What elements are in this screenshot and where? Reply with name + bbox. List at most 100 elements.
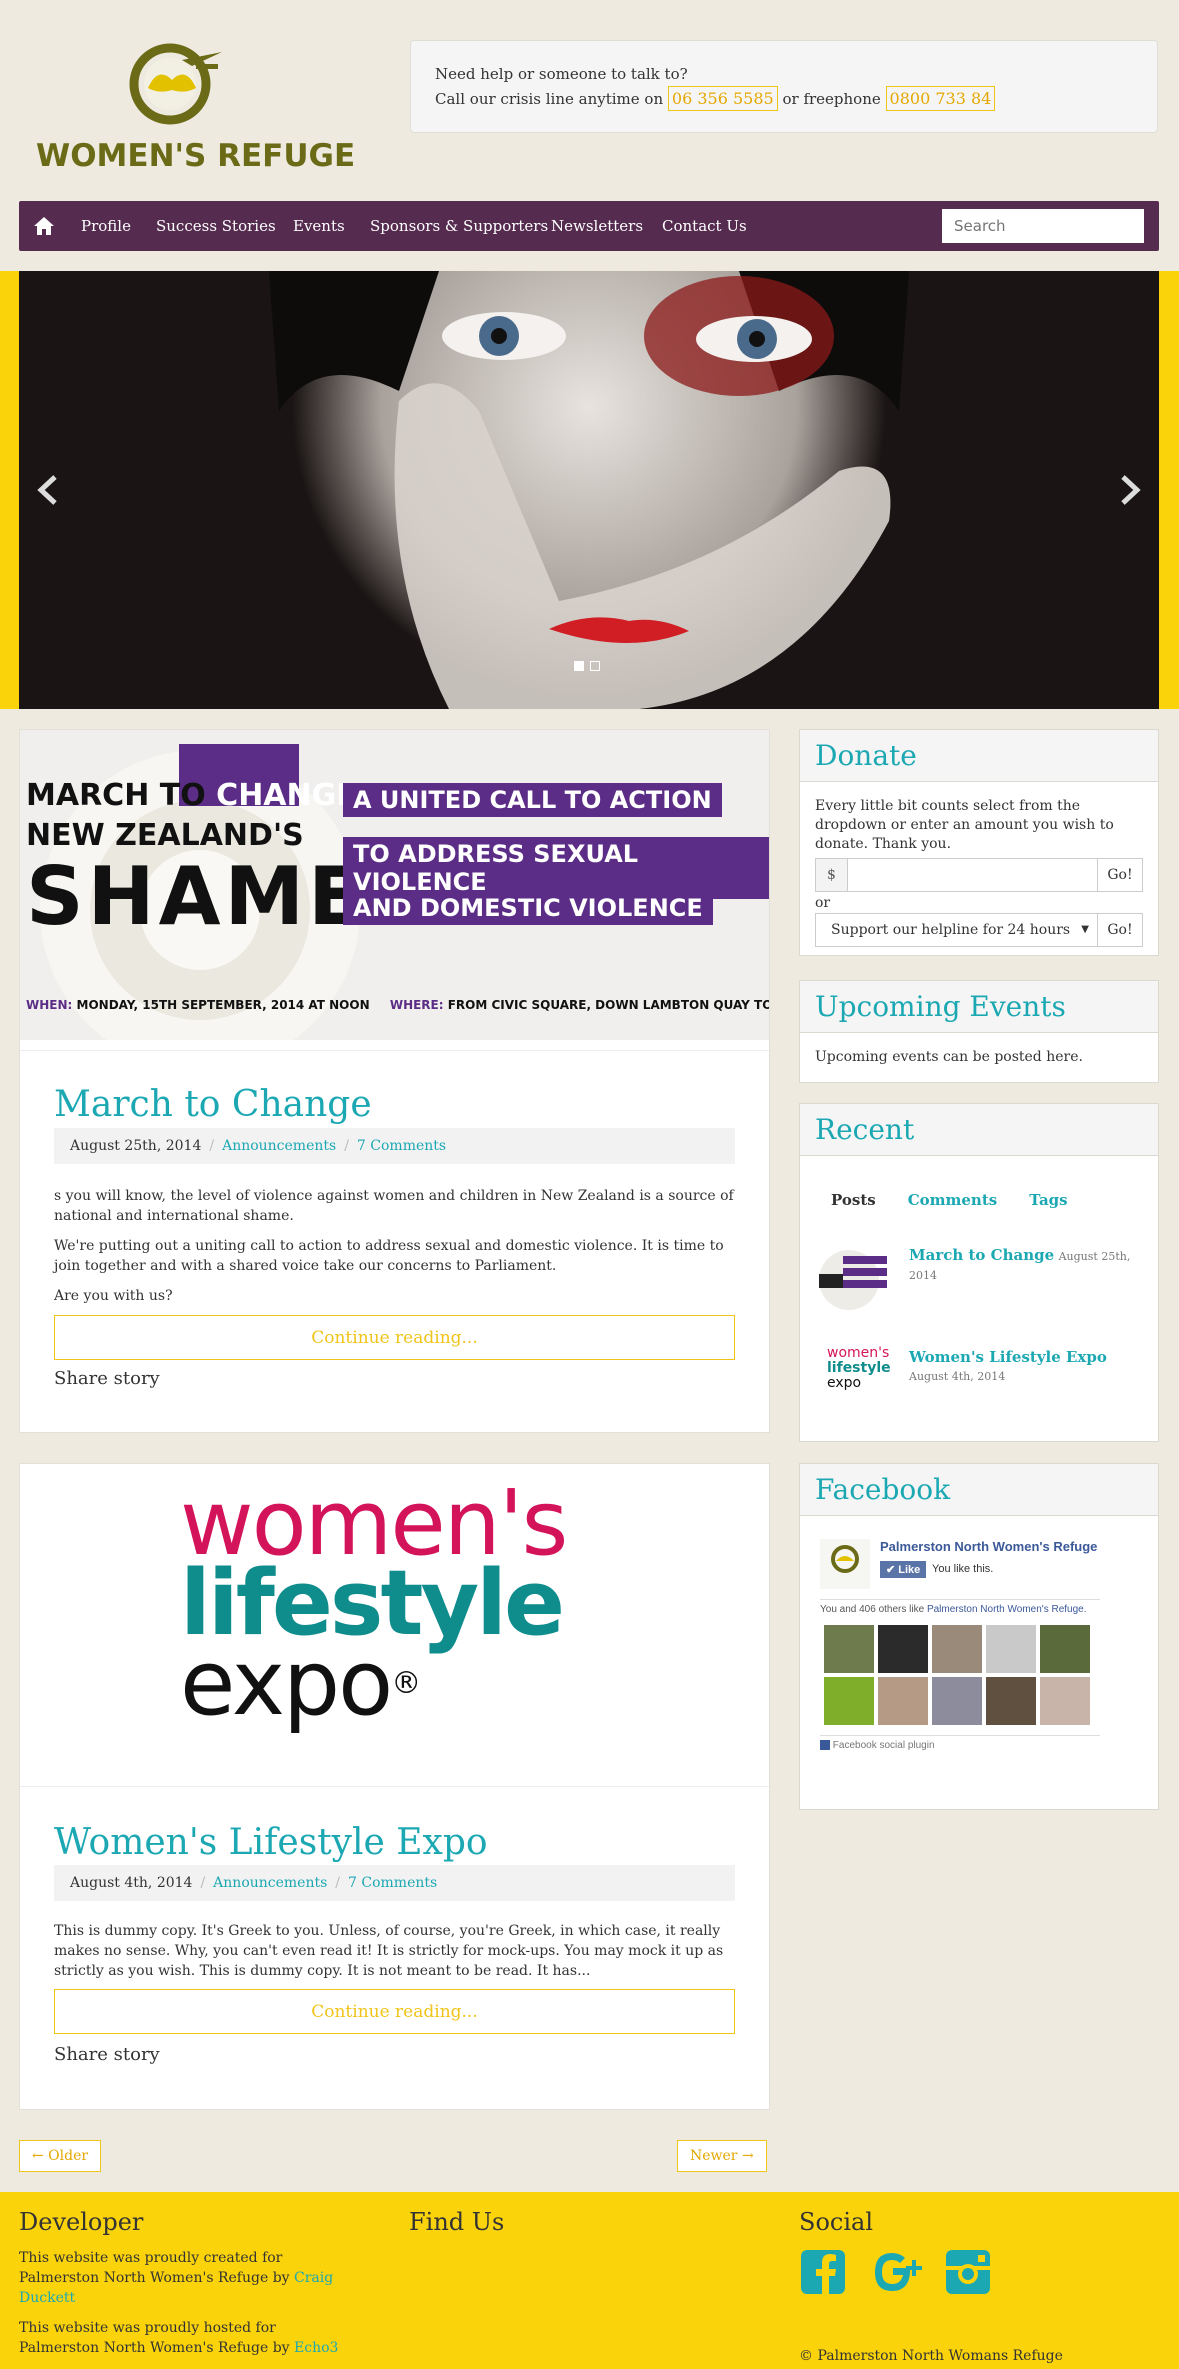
nav-success-stories[interactable]: Success Stories bbox=[156, 201, 276, 251]
facebook-icon[interactable] bbox=[799, 2248, 847, 2296]
donate-or: or bbox=[815, 895, 831, 911]
carousel-indicator-active[interactable] bbox=[574, 661, 584, 671]
carousel-prev-icon[interactable] bbox=[37, 475, 59, 505]
continue-reading-button[interactable]: Continue reading... bbox=[54, 1315, 735, 1360]
recent-item[interactable]: women's lifestyle expo Women's Lifestyle E… bbox=[815, 1336, 1143, 1416]
fb-face-avatar[interactable] bbox=[986, 1625, 1036, 1673]
post-paragraph: We're putting out a uniting call to acti… bbox=[54, 1238, 724, 1274]
google-plus-icon[interactable] bbox=[871, 2248, 923, 2296]
tab-comments[interactable]: Comments bbox=[892, 1181, 1014, 1220]
crisis-phone-link[interactable]: 06 356 5585 bbox=[667, 86, 778, 111]
recent-tabs: Posts Comments Tags bbox=[815, 1181, 1143, 1220]
fb-others-like: You and 406 others like Palmerston North… bbox=[820, 1599, 1100, 1615]
post-excerpt-march: s you will know, the level of violence a… bbox=[54, 1186, 735, 1306]
banner-line1: MARCH TO CHANGE bbox=[26, 778, 357, 813]
older-button[interactable]: ← Older bbox=[19, 2140, 102, 2172]
footer-developer-text: This website was proudly created for Pal… bbox=[19, 2250, 339, 2356]
recent-text: Women's Lifestyle Expo August 4th, 2014 bbox=[909, 1348, 1139, 1386]
post-banner-march[interactable]: MARCH TO CHANGE NEW ZEALAND'S SHAME A UN… bbox=[20, 730, 769, 1040]
events-title: Upcoming Events bbox=[800, 981, 1158, 1033]
home-icon[interactable] bbox=[33, 215, 55, 237]
post-title-march[interactable]: March to Change bbox=[54, 1084, 372, 1125]
fb-page-name[interactable]: Palmerston North Women's Refuge bbox=[880, 1539, 1097, 1554]
copyright: © Palmerston North Womans Refuge bbox=[799, 2348, 1063, 2364]
help-line-2: Call our crisis line anytime on 06 356 5… bbox=[435, 86, 1133, 111]
footer: Developer This website was proudly creat… bbox=[0, 2192, 1179, 2369]
category-link[interactable]: Announcements bbox=[222, 1138, 336, 1154]
fb-face-avatar[interactable] bbox=[1040, 1625, 1090, 1673]
comments-link[interactable]: 7 Comments bbox=[348, 1875, 437, 1891]
post-date: August 4th, 2014 bbox=[70, 1875, 193, 1891]
share-story[interactable]: Share story bbox=[54, 2044, 160, 2065]
fb-face-avatar[interactable] bbox=[932, 1677, 982, 1725]
category-link[interactable]: Announcements bbox=[213, 1875, 327, 1891]
carousel-slide bbox=[19, 271, 1159, 709]
recent-title: Recent bbox=[800, 1104, 1158, 1156]
donate-select-go-button[interactable]: Go! bbox=[1097, 914, 1142, 946]
crisis-help-box: Need help or someone to talk to? Call ou… bbox=[410, 40, 1158, 133]
recent-link[interactable]: Women's Lifestyle Expo bbox=[909, 1348, 1139, 1367]
help-line-1: Need help or someone to talk to? bbox=[435, 65, 688, 83]
search-input[interactable] bbox=[942, 209, 1144, 243]
post-card-march: MARCH TO CHANGE NEW ZEALAND'S SHAME A UN… bbox=[19, 729, 770, 1433]
tab-posts[interactable]: Posts bbox=[815, 1181, 892, 1220]
nav-events[interactable]: Events bbox=[293, 201, 345, 251]
events-widget: Upcoming Events Upcoming events can be p… bbox=[799, 980, 1159, 1083]
post-banner-expo[interactable]: women's lifestyle expo® bbox=[20, 1464, 769, 1786]
amount-input[interactable] bbox=[848, 859, 1097, 891]
post-meta-march: August 25th, 2014/Announcements/7 Commen… bbox=[54, 1128, 735, 1164]
currency-addon: $ bbox=[816, 859, 848, 891]
banner-call3: AND DOMESTIC VIOLENCE bbox=[343, 891, 713, 925]
hero-image-face bbox=[19, 271, 1159, 709]
fb-plugin-label: Facebook social plugin bbox=[820, 1735, 1100, 1751]
recent-item[interactable]: March to Change August 25th, 2014 bbox=[815, 1238, 1143, 1318]
facebook-small-icon bbox=[820, 1740, 830, 1751]
recent-body: Posts Comments Tags March to Change Augu… bbox=[800, 1156, 1158, 1431]
recent-thumb-expo: women's lifestyle expo bbox=[827, 1345, 891, 1391]
host-link[interactable]: Echo3 bbox=[294, 2340, 338, 2356]
expo-logo-line3: expo® bbox=[180, 1631, 421, 1736]
fb-face-avatar[interactable] bbox=[824, 1625, 874, 1673]
fb-face-avatar[interactable] bbox=[824, 1677, 874, 1725]
nav-sponsors[interactable]: Sponsors & Supporters bbox=[370, 201, 548, 251]
newer-button[interactable]: Newer → bbox=[677, 2140, 767, 2172]
fb-faces-grid bbox=[824, 1625, 1094, 1725]
share-story[interactable]: Share story bbox=[54, 1368, 160, 1389]
donate-amount-go-button[interactable]: Go! bbox=[1097, 859, 1142, 891]
fb-like-button[interactable]: ✔ Like bbox=[880, 1561, 927, 1578]
post-meta-expo: August 4th, 2014/Announcements/7 Comment… bbox=[54, 1865, 735, 1901]
fb-face-avatar[interactable] bbox=[878, 1677, 928, 1725]
fb-face-avatar[interactable] bbox=[878, 1625, 928, 1673]
nav-profile[interactable]: Profile bbox=[81, 201, 131, 251]
carousel-next-icon[interactable] bbox=[1119, 475, 1141, 505]
fb-you-like: You like this. bbox=[932, 1563, 994, 1575]
nav-newsletters[interactable]: Newsletters bbox=[551, 201, 643, 251]
facebook-title: Facebook bbox=[800, 1464, 1158, 1516]
banner-line2: NEW ZEALAND'S bbox=[26, 818, 304, 853]
nav-contact-us[interactable]: Contact Us bbox=[662, 201, 747, 251]
donate-select[interactable]: Support our helpline for 24 hours ▼ bbox=[816, 914, 1097, 946]
carousel-indicator[interactable] bbox=[590, 661, 600, 671]
post-date: August 25th, 2014 bbox=[70, 1138, 202, 1154]
post-title-expo[interactable]: Women's Lifestyle Expo bbox=[54, 1822, 488, 1863]
tab-tags[interactable]: Tags bbox=[1013, 1181, 1083, 1220]
fb-face-avatar[interactable] bbox=[986, 1677, 1036, 1725]
continue-reading-button[interactable]: Continue reading... bbox=[54, 1989, 735, 2034]
donate-select-group: Support our helpline for 24 hours ▼ Go! bbox=[815, 913, 1143, 947]
post-paragraph: s you will know, the level of violence a… bbox=[54, 1188, 734, 1224]
fb-face-avatar[interactable] bbox=[932, 1625, 982, 1673]
comments-link[interactable]: 7 Comments bbox=[357, 1138, 446, 1154]
recent-widget: Recent Posts Comments Tags March to Chan… bbox=[799, 1103, 1159, 1442]
footer-findus-title: Find Us bbox=[409, 2208, 505, 2236]
recent-link[interactable]: March to Change bbox=[909, 1246, 1054, 1264]
instagram-icon[interactable] bbox=[944, 2248, 992, 2296]
logo-text: WOMEN'S REFUGE bbox=[36, 138, 356, 174]
fb-face-avatar[interactable] bbox=[1040, 1677, 1090, 1725]
freephone-link[interactable]: 0800 733 84 bbox=[885, 86, 996, 111]
banner-call2: TO ADDRESS SEXUAL VIOLENCE bbox=[343, 837, 769, 899]
help-or: or freephone bbox=[782, 90, 881, 108]
banner-line3: SHAME bbox=[26, 850, 367, 943]
recent-thumb-march bbox=[819, 1250, 887, 1310]
divider bbox=[20, 1050, 769, 1051]
fb-page-avatar[interactable] bbox=[820, 1539, 870, 1589]
